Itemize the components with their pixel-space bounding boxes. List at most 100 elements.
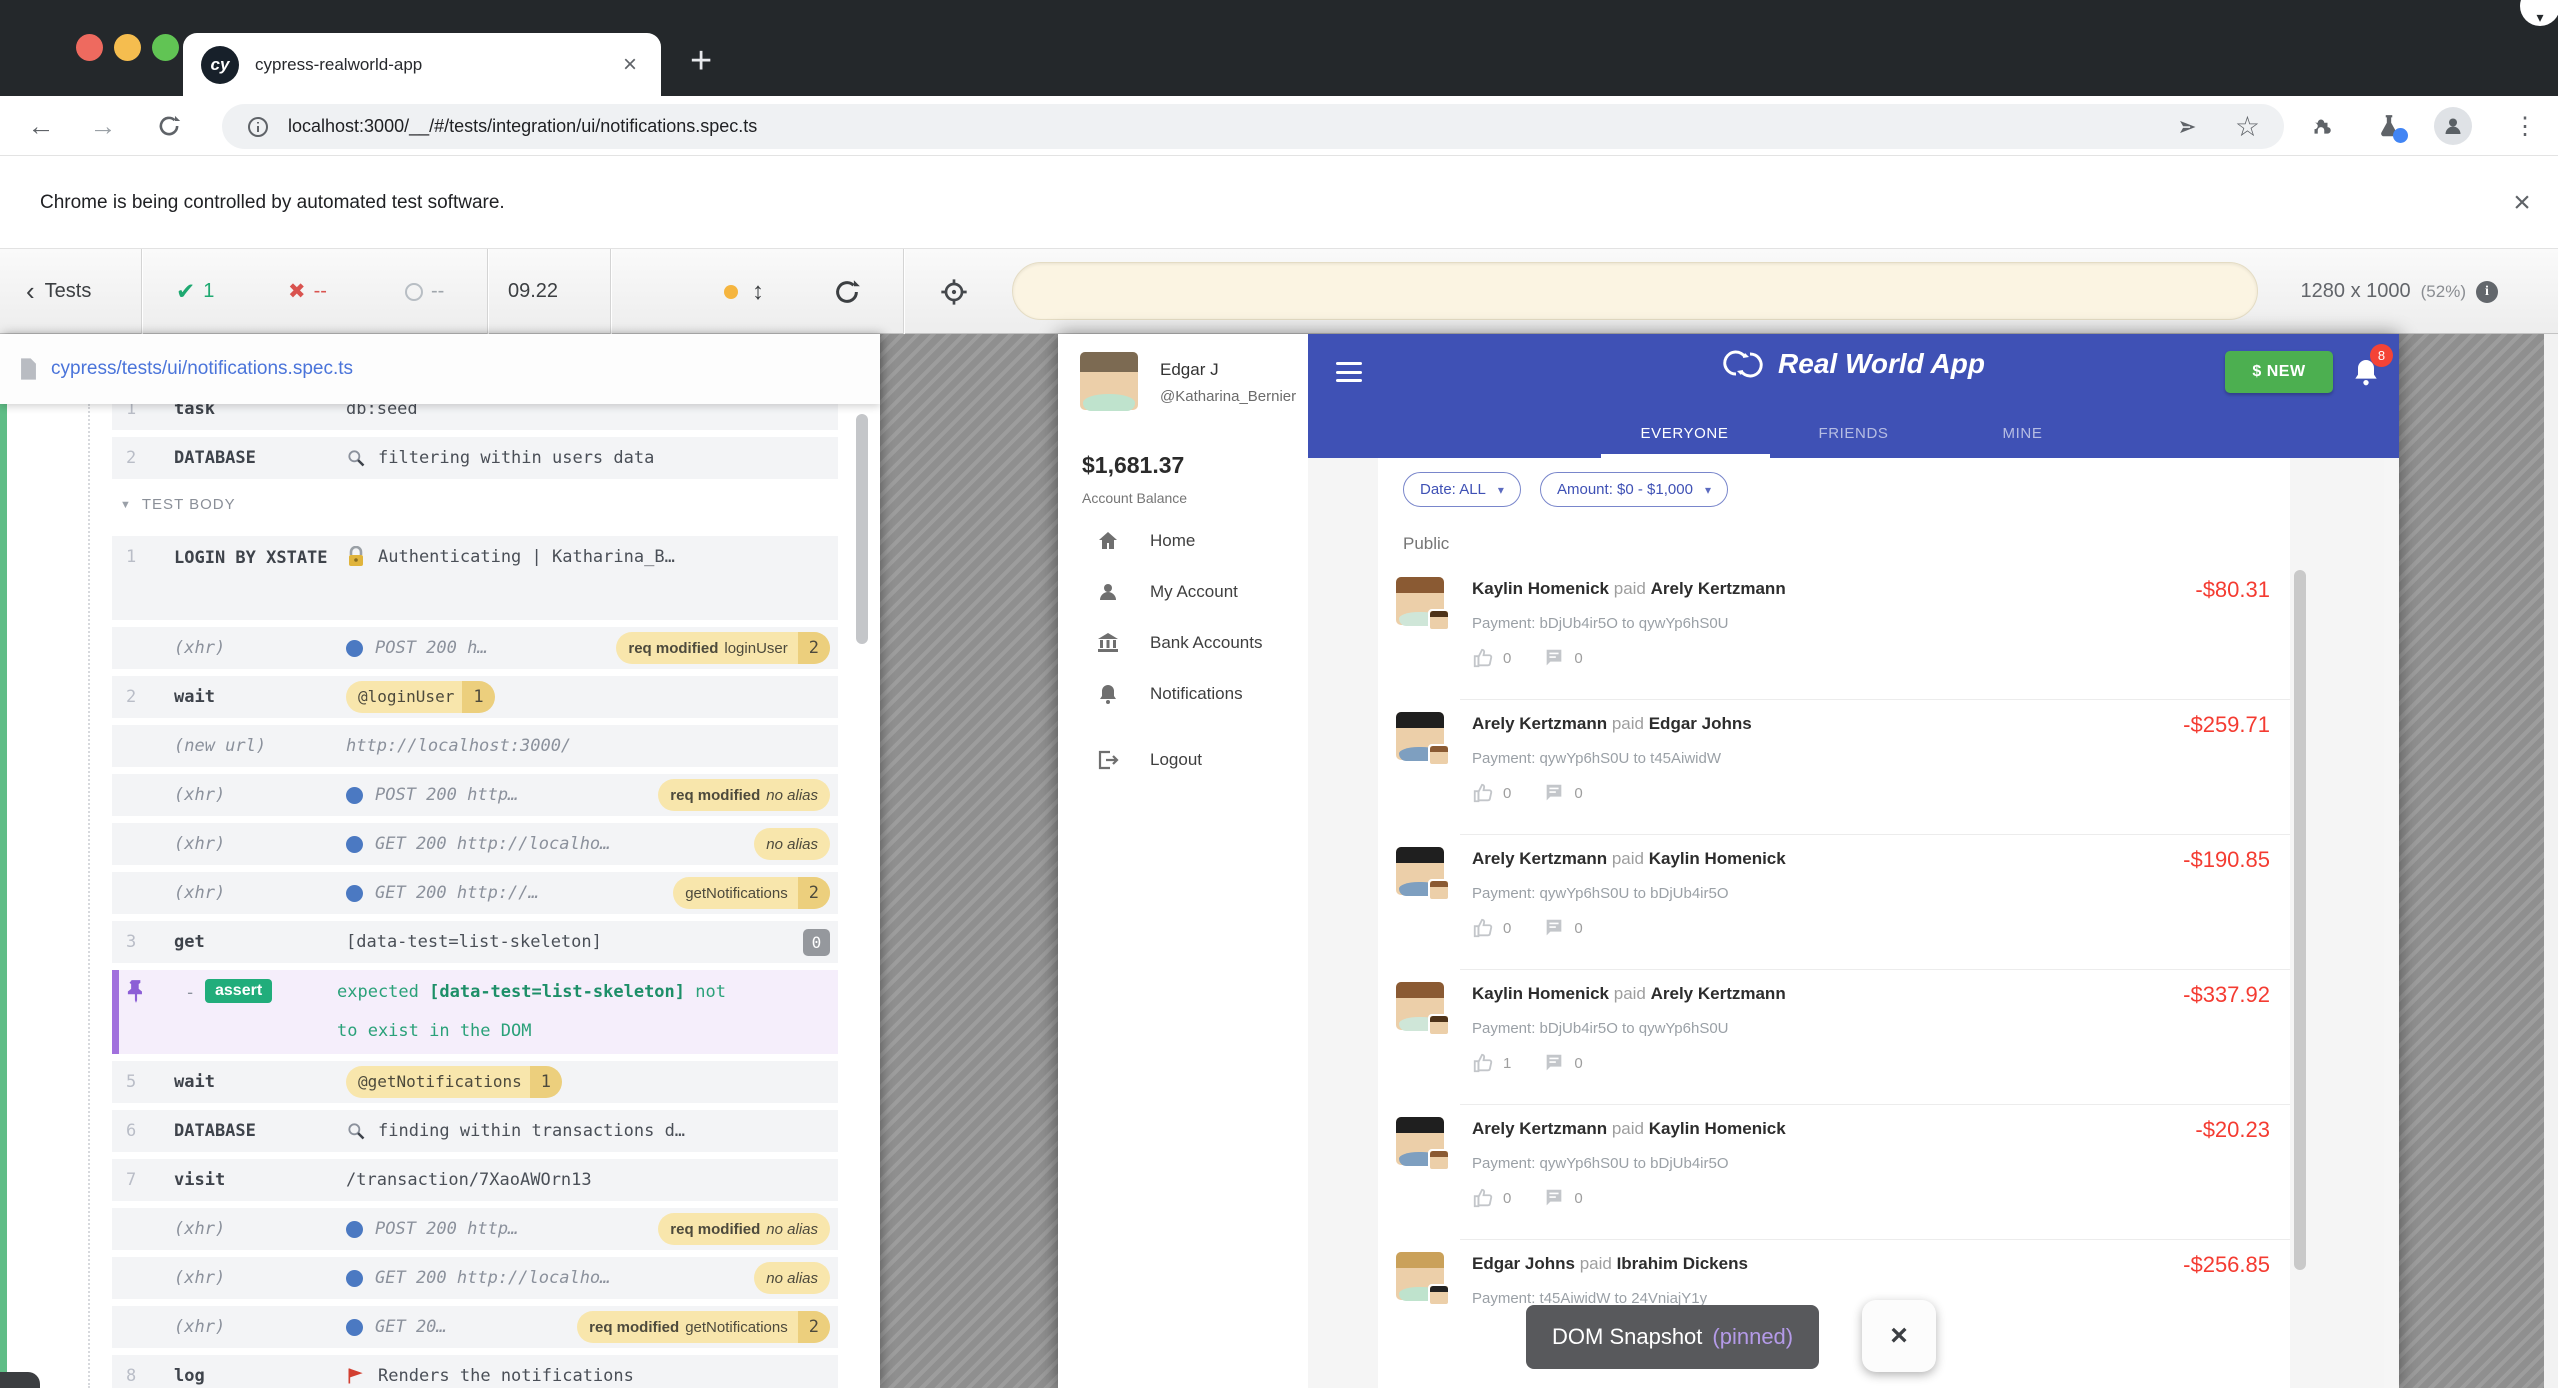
traffic-light-zoom[interactable] <box>152 34 179 61</box>
command-row-log[interactable]: 8 log Renders the notifications <box>112 1355 838 1388</box>
pending-count: -- <box>405 249 444 334</box>
cypress-favicon-icon: cy <box>201 46 239 84</box>
selector-playground-button[interactable] <box>938 249 970 334</box>
transaction-title: Arely Kertzmann paid Edgar Johns <box>1472 714 1752 734</box>
command-row-database[interactable]: 2 DATABASE filtering within users data <box>112 437 838 479</box>
sidebar-item-logout[interactable]: Logout <box>1058 738 1308 782</box>
app-scrollbar-track[interactable] <box>2384 458 2397 1388</box>
address-bar[interactable]: localhost:3000/__/#/tests/integration/ui… <box>222 104 2284 149</box>
sidebar-user: Edgar J @Katharina_Bernier <box>1080 352 1296 410</box>
like-icon[interactable] <box>1472 782 1494 804</box>
like-icon[interactable] <box>1472 917 1494 939</box>
comment-icon[interactable] <box>1543 1187 1565 1209</box>
viewport-info-icon[interactable]: i <box>2476 281 2498 303</box>
command-row-xhr[interactable]: (xhr) POST 200 http… req modified no ali… <box>112 774 838 816</box>
auto-scrolling-toggle[interactable]: ↕ <box>724 249 764 334</box>
command-row-visit[interactable]: 7 visit /transaction/7XaoAWOrn13 <box>112 1159 838 1201</box>
user-avatar <box>1080 352 1138 410</box>
transaction-row[interactable]: Kaylin Homenick paid Arely Kertzmann Pay… <box>1378 565 2290 700</box>
like-icon[interactable] <box>1472 1187 1494 1209</box>
page-scrollbar[interactable] <box>2544 334 2558 1388</box>
xhr-dot-icon <box>346 640 363 657</box>
like-icon[interactable] <box>1472 1052 1494 1074</box>
reporter-scrollbar[interactable] <box>856 414 868 644</box>
route-badge: no alias <box>754 1262 830 1294</box>
command-row-xhr[interactable]: (xhr) POST 200 http… req modified no ali… <box>112 1208 838 1250</box>
send-to-device-icon[interactable] <box>2175 114 2201 140</box>
sidebar-item-bank-accounts[interactable]: Bank Accounts <box>1058 621 1308 665</box>
reload-icon[interactable] <box>148 105 190 147</box>
bookmark-star-icon[interactable]: ☆ <box>2235 110 2260 143</box>
traffic-light-close[interactable] <box>76 34 103 61</box>
profile-badge-icon[interactable]: ▾ <box>2520 0 2558 26</box>
banner-close-icon[interactable]: × <box>2492 156 2552 249</box>
amount-filter-chip[interactable]: Amount: $0 - $1,000 ▾ <box>1540 472 1728 507</box>
tab-everyone[interactable]: EVERYONE <box>1600 408 1769 458</box>
forward-icon[interactable]: → <box>80 96 126 156</box>
tab-close-icon[interactable]: × <box>617 51 643 79</box>
transaction-list-scrollbar[interactable] <box>2294 570 2306 1270</box>
bell-icon <box>1096 682 1122 706</box>
command-message: [data-test=list-skeleton] <box>346 921 830 963</box>
command-row-get[interactable]: 3 get [data-test=list-skeleton] 0 <box>112 921 838 963</box>
avatar <box>1396 847 1444 895</box>
comment-icon[interactable] <box>1543 782 1565 804</box>
new-transaction-button[interactable]: $ NEW <box>2225 351 2333 393</box>
command-number: 6 <box>126 1110 160 1152</box>
app-url-field[interactable] <box>1012 262 2258 320</box>
transaction-detail: Payment: qywYp6hS0U to bDjUb4ir5O <box>1472 1155 1729 1172</box>
command-row-xhr[interactable]: (xhr) GET 200 http://localho… no alias <box>112 1257 838 1299</box>
browser-tab[interactable]: cy cypress-realworld-app × <box>183 33 661 96</box>
restart-tests-button[interactable] <box>832 249 862 334</box>
like-icon[interactable] <box>1472 647 1494 669</box>
transaction-row[interactable]: Arely Kertzmann paid Kaylin Homenick Pay… <box>1378 835 2290 970</box>
comment-icon[interactable] <box>1543 647 1565 669</box>
transaction-row[interactable]: Arely Kertzmann paid Edgar Johns Payment… <box>1378 700 2290 835</box>
command-row-assert-pinned[interactable]: - assert expected [data-test=list-skelet… <box>112 970 838 1054</box>
notifications-count-badge: 8 <box>2370 344 2393 367</box>
sidebar-item-home[interactable]: Home <box>1058 519 1308 563</box>
transaction-row[interactable]: Arely Kertzmann paid Kaylin Homenick Pay… <box>1378 1105 2290 1240</box>
test-body-section[interactable]: ▼ TEST BODY <box>120 496 236 513</box>
section-label: TEST BODY <box>142 496 236 513</box>
spec-path-link[interactable]: cypress/tests/ui/notifications.spec.ts <box>51 358 353 380</box>
command-row-database[interactable]: 6 DATABASE finding within transactions d… <box>112 1110 838 1152</box>
site-info-icon[interactable] <box>246 115 270 139</box>
assert-dash: - <box>185 970 195 1016</box>
unpin-snapshot-button[interactable]: × <box>1862 1300 1936 1372</box>
command-row-new-url[interactable]: (new url) http://localhost:3000/ <box>112 725 838 767</box>
command-row-wait[interactable]: 5 wait @getNotifications 1 <box>112 1061 838 1103</box>
tab-mine[interactable]: MINE <box>1938 408 2107 458</box>
bottom-left-overlay <box>0 1372 40 1388</box>
url-text[interactable]: localhost:3000/__/#/tests/integration/ui… <box>288 116 2175 137</box>
transaction-title: Edgar Johns paid Ibrahim Dickens <box>1472 1254 1748 1274</box>
transaction-row[interactable]: Kaylin Homenick paid Arely Kertzmann Pay… <box>1378 970 2290 1105</box>
extensions-puzzle-icon[interactable] <box>2300 105 2342 147</box>
transaction-row[interactable]: Edgar Johns paid Ibrahim Dickens Payment… <box>1378 1240 2290 1375</box>
browser-menu-icon[interactable]: ⋮ <box>2502 96 2548 156</box>
command-row-xhr[interactable]: (xhr) GET 200 http://… getNotifications … <box>112 872 838 914</box>
comment-icon[interactable] <box>1543 1052 1565 1074</box>
browser-profile-avatar[interactable] <box>2432 105 2474 147</box>
back-icon[interactable]: ← <box>18 96 64 156</box>
new-tab-button[interactable]: + <box>690 40 712 83</box>
command-row-xhr[interactable]: (xhr) GET 200 http://localho… no alias <box>112 823 838 865</box>
indent-guide <box>88 404 90 1388</box>
command-row-wait[interactable]: 2 wait @loginUser 1 <box>112 676 838 718</box>
back-to-tests-button[interactable]: ‹ Tests <box>26 249 91 334</box>
sidebar-item-my-account[interactable]: My Account <box>1058 570 1308 614</box>
date-filter-chip[interactable]: Date: ALL ▾ <box>1403 472 1521 507</box>
traffic-light-minimize[interactable] <box>114 34 141 61</box>
command-row-xhr[interactable]: (xhr) GET 20… req modified getNotificati… <box>112 1306 838 1348</box>
tab-friends[interactable]: FRIENDS <box>1769 408 1938 458</box>
transaction-title: Kaylin Homenick paid Arely Kertzmann <box>1472 984 1786 1004</box>
sidebar-item-notifications[interactable]: Notifications <box>1058 672 1308 716</box>
divider <box>141 249 142 334</box>
transaction-amount: -$259.71 <box>2183 712 2270 738</box>
flask-icon[interactable] <box>2368 105 2410 147</box>
xhr-dot-icon <box>346 1270 363 1287</box>
command-row-xhr[interactable]: (xhr) POST 200 h… req modified loginUser… <box>112 627 838 669</box>
command-row-login[interactable]: 1 LOGIN BY XSTATE Authenticating | Katha… <box>112 536 838 620</box>
comment-icon[interactable] <box>1543 917 1565 939</box>
command-number: 1 <box>126 536 160 578</box>
